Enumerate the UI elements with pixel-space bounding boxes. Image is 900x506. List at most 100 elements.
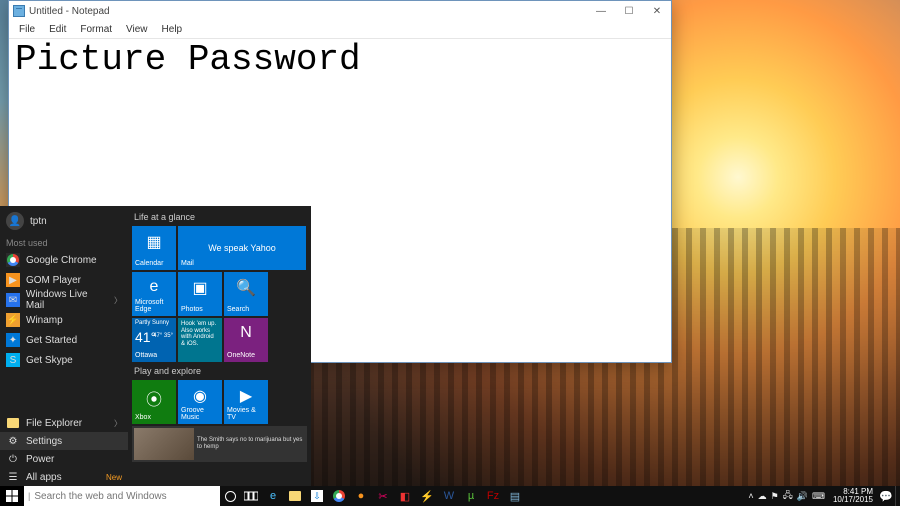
tile-calendar[interactable]: ▦ Calendar bbox=[132, 226, 176, 270]
user-account-button[interactable]: 👤 tptn bbox=[0, 206, 128, 236]
tray-chevron-icon[interactable]: ˄ bbox=[748, 491, 753, 501]
task-view-button[interactable] bbox=[240, 486, 262, 506]
taskview-icon bbox=[244, 491, 258, 501]
clock-date: 10/17/2015 bbox=[833, 496, 873, 504]
photos-icon: ▣ bbox=[192, 278, 207, 298]
user-avatar-icon: 👤 bbox=[6, 212, 24, 230]
taskbar-app-irfan[interactable]: ◧ bbox=[394, 486, 416, 506]
cortana-button[interactable] bbox=[220, 486, 240, 506]
section-life: Life at a glance bbox=[132, 210, 307, 226]
gom-icon: ▶ bbox=[6, 273, 20, 287]
app-label: Get Skype bbox=[26, 355, 73, 366]
tile-weather[interactable]: Partly Sunny 41° 47° 35° Ottawa bbox=[132, 318, 176, 362]
app-gom-player[interactable]: ▶ GOM Player bbox=[0, 270, 128, 290]
app-label: Get Started bbox=[26, 335, 77, 346]
mail-tile-text: We speak Yahoo bbox=[178, 226, 306, 270]
nav-label: Power bbox=[26, 454, 54, 465]
taskbar-app-utorrent[interactable]: µ bbox=[460, 486, 482, 506]
tile-mail[interactable]: We speak Yahoo Mail bbox=[178, 226, 306, 270]
tile-onenote[interactable]: N OneNote bbox=[224, 318, 268, 362]
nav-settings[interactable]: ⚙ Settings bbox=[0, 432, 128, 450]
taskbar-app-notepad[interactable]: ▤ bbox=[504, 486, 526, 506]
taskbar-app-chrome[interactable] bbox=[328, 486, 350, 506]
notepad-menubar: File Edit Format View Help bbox=[9, 21, 671, 39]
system-tray[interactable]: ˄ ☁ ⚑ 🖧 🔊 ⌨ bbox=[744, 486, 829, 506]
app-winamp[interactable]: ⚡ Winamp bbox=[0, 310, 128, 330]
nav-power[interactable]: ⏻ Power bbox=[0, 450, 128, 468]
maximize-button[interactable]: ☐ bbox=[615, 2, 643, 21]
new-badge: New bbox=[106, 473, 122, 482]
app-label: Winamp bbox=[26, 315, 63, 326]
phone-tile-text: Hook 'em up. Also works with Android & i… bbox=[178, 318, 222, 362]
tray-flag-icon[interactable]: ⚑ bbox=[771, 491, 779, 502]
nav-label: Settings bbox=[26, 436, 62, 447]
getstarted-icon: ✦ bbox=[6, 333, 20, 347]
tile-movies[interactable]: ▶ Movies & TV bbox=[224, 380, 268, 424]
taskbar-app-explorer[interactable] bbox=[284, 486, 306, 506]
notepad-title: Untitled - Notepad bbox=[29, 6, 110, 17]
taskbar-app-filezilla[interactable]: Fz bbox=[482, 486, 504, 506]
app-label: Windows Live Mail bbox=[26, 289, 108, 311]
weather-hilo: 47° 35° bbox=[153, 333, 173, 339]
taskbar-app-word[interactable]: W bbox=[438, 486, 460, 506]
app-google-chrome[interactable]: Google Chrome bbox=[0, 250, 128, 270]
gear-icon: ⚙ bbox=[6, 434, 20, 448]
tray-volume-icon[interactable]: 🔊 bbox=[797, 491, 808, 502]
start-tiles: Life at a glance ▦ Calendar We speak Yah… bbox=[128, 206, 311, 486]
onenote-icon: N bbox=[240, 324, 252, 342]
tile-photos[interactable]: ▣ Photos bbox=[178, 272, 222, 316]
taskbar-clock[interactable]: 8:41 PM 10/17/2015 bbox=[829, 486, 877, 506]
app-label: Google Chrome bbox=[26, 255, 97, 266]
tray-input-icon[interactable]: ⌨ bbox=[812, 491, 825, 502]
power-icon: ⏻ bbox=[6, 452, 20, 466]
menu-edit[interactable]: Edit bbox=[43, 24, 72, 35]
app-get-skype[interactable]: S Get Skype bbox=[0, 350, 128, 370]
cortana-icon bbox=[225, 491, 236, 502]
tray-onedrive-icon[interactable]: ☁ bbox=[758, 491, 767, 502]
taskbar-search[interactable]: | bbox=[24, 486, 220, 506]
taskbar-app-snip[interactable]: ✂ bbox=[372, 486, 394, 506]
app-get-started[interactable]: ✦ Get Started bbox=[0, 330, 128, 350]
search-input[interactable] bbox=[34, 491, 216, 502]
action-center-button[interactable]: 💬 bbox=[877, 486, 895, 506]
tile-xbox[interactable]: ⦿ Xbox bbox=[132, 380, 176, 424]
nav-all-apps[interactable]: ☰ All apps New bbox=[0, 468, 128, 486]
nav-file-explorer[interactable]: File Explorer 〉 bbox=[0, 414, 128, 432]
winamp-icon: ⚡ bbox=[6, 313, 20, 327]
edge-icon: e bbox=[150, 278, 159, 296]
menu-format[interactable]: Format bbox=[74, 24, 118, 35]
taskbar-app-edge[interactable]: e bbox=[262, 486, 284, 506]
taskbar-app-gom[interactable]: ● bbox=[350, 486, 372, 506]
chrome-icon bbox=[6, 253, 20, 267]
close-button[interactable]: ✕ bbox=[643, 2, 671, 21]
music-icon: ◉ bbox=[193, 386, 207, 406]
show-desktop-button[interactable] bbox=[895, 486, 900, 506]
app-windows-live-mail[interactable]: ✉ Windows Live Mail 〉 bbox=[0, 290, 128, 310]
tile-phone-companion[interactable]: Hook 'em up. Also works with Android & i… bbox=[178, 318, 222, 362]
minimize-button[interactable]: — bbox=[587, 2, 615, 21]
skype-icon: S bbox=[6, 353, 20, 367]
notepad-titlebar[interactable]: Untitled - Notepad — ☐ ✕ bbox=[9, 1, 671, 21]
folder-icon bbox=[289, 491, 301, 501]
user-name: tptn bbox=[30, 216, 47, 227]
taskbar-app-winamp[interactable]: ⚡ bbox=[416, 486, 438, 506]
taskbar: | e ⇩ ● ✂ ◧ ⚡ W µ Fz ▤ ˄ ☁ ⚑ 🖧 🔊 ⌨ 8:41 … bbox=[0, 486, 900, 506]
taskbar-app-store[interactable]: ⇩ bbox=[306, 486, 328, 506]
tile-search[interactable]: 🔍 Search bbox=[224, 272, 268, 316]
calendar-icon: ▦ bbox=[146, 232, 161, 252]
app-label: GOM Player bbox=[26, 275, 81, 286]
folder-icon bbox=[6, 416, 20, 430]
news-image bbox=[134, 428, 194, 460]
tile-edge[interactable]: e Microsoft Edge bbox=[132, 272, 176, 316]
menu-help[interactable]: Help bbox=[156, 24, 189, 35]
tile-news[interactable]: The Smith says no to marijuana but yes t… bbox=[132, 426, 307, 462]
store-icon: ⇩ bbox=[311, 490, 323, 502]
tray-network-icon[interactable]: 🖧 bbox=[783, 488, 793, 504]
mail-icon: ✉ bbox=[6, 293, 20, 307]
xbox-icon: ⦿ bbox=[146, 386, 162, 410]
nav-label: All apps bbox=[26, 472, 62, 483]
tile-groove[interactable]: ◉ Groove Music bbox=[178, 380, 222, 424]
start-button[interactable] bbox=[0, 486, 24, 506]
menu-file[interactable]: File bbox=[13, 24, 41, 35]
menu-view[interactable]: View bbox=[120, 24, 154, 35]
